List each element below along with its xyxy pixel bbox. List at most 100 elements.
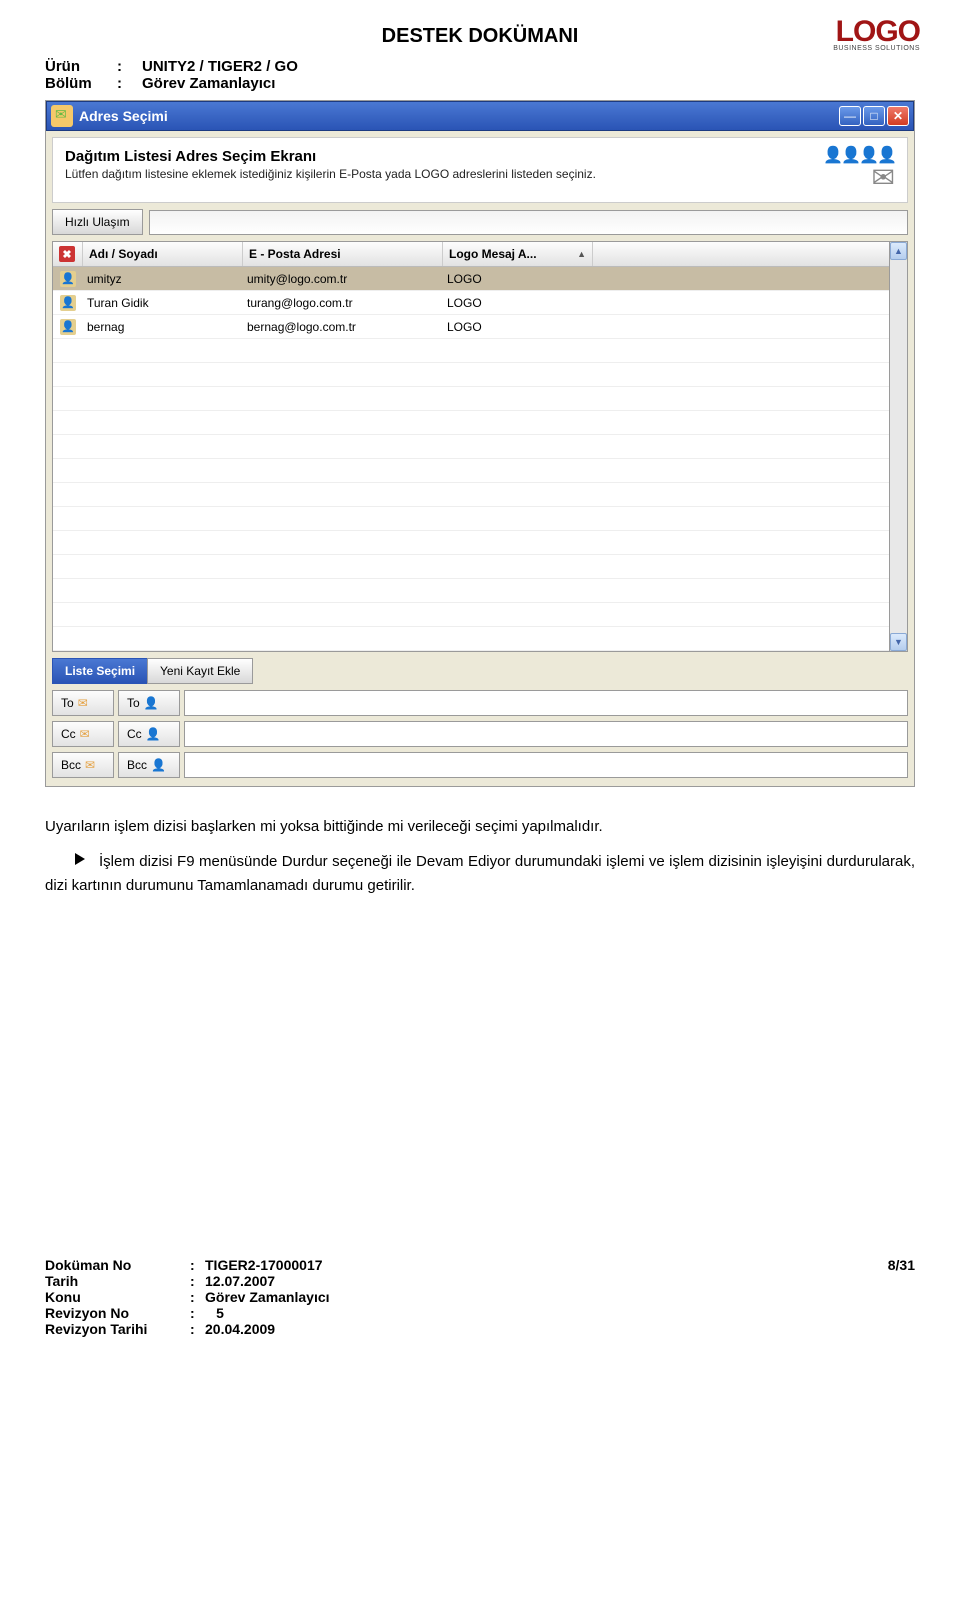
description-title: Dağıtım Listesi Adres Seçim Ekranı [65, 148, 596, 165]
col-email[interactable]: E - Posta Adresi [243, 242, 443, 266]
footer-docno-value: TIGER2-17000017 [205, 1257, 855, 1273]
sort-arrow-icon: ▲ [577, 249, 586, 259]
logo-text: LOGO [833, 18, 920, 45]
paragraph-2: İşlem dizisi F9 menüsünde Durdur seçeneğ… [45, 850, 915, 897]
window-titlebar[interactable]: Adres Seçimi — □ ✕ [46, 101, 914, 131]
address-selection-window: Adres Seçimi — □ ✕ Dağıtım Listesi Adres… [45, 100, 915, 787]
recipients-panel: To ✉To 👤Cc ✉Cc 👤Bcc ✉Bcc 👤 [52, 690, 908, 778]
document-meta: Ürün : UNITY2 / TIGER2 / GO Bölüm : Göre… [45, 58, 915, 92]
table-row-empty[interactable] [53, 387, 889, 411]
description-icons: 👤👤👤👤 ✉ [823, 148, 895, 192]
bcc-input[interactable] [184, 752, 908, 778]
table-row[interactable]: 👤 umityzumity@logo.com.trLOGO [53, 267, 889, 291]
row-icon-cell: 👤 [53, 319, 83, 335]
brand-logo: LOGO BUSINESS SOLUTIONS [833, 18, 920, 52]
tab-list-selection[interactable]: Liste Seçimi [52, 658, 148, 684]
table-row-empty[interactable] [53, 435, 889, 459]
header-icon-cell[interactable]: ✖ [53, 242, 83, 266]
envelope-icon: ✉ [80, 727, 90, 741]
tab-add-new-record[interactable]: Yeni Kayıt Ekle [147, 658, 253, 684]
tab-strip: Liste Seçimi Yeni Kayıt Ekle [52, 658, 908, 684]
window-icon [51, 105, 73, 127]
footer-page: 8/31 [855, 1257, 915, 1273]
footer-topic-value: Görev Zamanlayıcı [205, 1289, 915, 1305]
table-row-empty[interactable] [53, 363, 889, 387]
table-row-empty[interactable] [53, 339, 889, 363]
cc-input[interactable] [184, 721, 908, 747]
cell-name: Turan Gidik [83, 296, 243, 310]
person-icon: 👤 [146, 727, 161, 741]
table-row-empty[interactable] [53, 507, 889, 531]
recipient-row-bcc: Bcc ✉Bcc 👤 [52, 752, 908, 778]
minimize-button[interactable]: — [839, 106, 861, 126]
footer-docno-label: Doküman No [45, 1257, 190, 1273]
footer-revno-value: 5 [205, 1305, 235, 1321]
document-title: DESTEK DOKÜMANI [45, 25, 915, 48]
cc-email-button[interactable]: Cc ✉ [52, 721, 114, 747]
envelope-icon: ✉ [823, 164, 895, 192]
table-row-empty[interactable] [53, 459, 889, 483]
close-button[interactable]: ✕ [887, 106, 909, 126]
meta-section-label: Bölüm [45, 75, 117, 92]
window-title: Adres Seçimi [79, 108, 839, 124]
description-subtitle: Lütfen dağıtım listesine eklemek istediğ… [65, 167, 596, 183]
person-icon: 👤 [144, 696, 159, 710]
body-text: Uyarıların işlem dizisi başlarken mi yok… [45, 815, 915, 897]
cell-email: bernag@logo.com.tr [243, 320, 443, 334]
envelope-icon: ✉ [78, 696, 88, 710]
scroll-down-icon[interactable]: ▼ [890, 633, 907, 651]
footer-topic-label: Konu [45, 1289, 190, 1305]
cell-logo-address: LOGO [443, 272, 593, 286]
quick-access-label: Hızlı Ulaşım [52, 209, 143, 235]
table-row-empty[interactable] [53, 603, 889, 627]
cc-person-button[interactable]: Cc 👤 [118, 721, 180, 747]
cell-email: turang@logo.com.tr [243, 296, 443, 310]
cell-logo-address: LOGO [443, 320, 593, 334]
cell-name: umityz [83, 272, 243, 286]
meta-product-label: Ürün [45, 58, 117, 75]
recipient-row-to: To ✉To 👤 [52, 690, 908, 716]
maximize-button[interactable]: □ [863, 106, 885, 126]
bcc-email-button[interactable]: Bcc ✉ [52, 752, 114, 778]
quick-access-input[interactable] [149, 210, 908, 235]
deselect-icon: ✖ [59, 246, 75, 262]
meta-section-value: Görev Zamanlayıcı [142, 75, 275, 92]
table-row-empty[interactable] [53, 531, 889, 555]
footer-date-value: 12.07.2007 [205, 1273, 915, 1289]
person-icon: 👤 [60, 319, 76, 335]
bullet-arrow-icon [75, 853, 85, 865]
person-icon: 👤 [60, 271, 76, 287]
envelope-icon: ✉ [85, 758, 95, 772]
table-row-empty[interactable] [53, 555, 889, 579]
table-row[interactable]: 👤Turan Gidikturang@logo.com.trLOGO [53, 291, 889, 315]
to-input[interactable] [184, 690, 908, 716]
bcc-person-button[interactable]: Bcc 👤 [118, 752, 180, 778]
col-name[interactable]: Adı / Soyadı [83, 242, 243, 266]
row-icon-cell: 👤 [53, 271, 83, 287]
person-icon: 👤 [151, 758, 166, 772]
scroll-track[interactable] [890, 260, 907, 633]
to-person-button[interactable]: To 👤 [118, 690, 180, 716]
footer-revno-label: Revizyon No [45, 1305, 190, 1321]
table-row-empty[interactable] [53, 579, 889, 603]
person-icon: 👤 [60, 295, 76, 311]
table-row-empty[interactable] [53, 627, 889, 651]
table-row-empty[interactable] [53, 411, 889, 435]
table-row-empty[interactable] [53, 483, 889, 507]
cell-email: umity@logo.com.tr [243, 272, 443, 286]
recipient-row-cc: Cc ✉Cc 👤 [52, 721, 908, 747]
row-icon-cell: 👤 [53, 295, 83, 311]
cell-name: bernag [83, 320, 243, 334]
vertical-scrollbar[interactable]: ▲ ▼ [890, 241, 908, 652]
footer-revdate-value: 20.04.2009 [205, 1321, 915, 1337]
table-row[interactable]: 👤 bernagbernag@logo.com.trLOGO [53, 315, 889, 339]
page-footer: Doküman No : TIGER2-17000017 8/31 Tarih … [45, 1257, 915, 1337]
footer-date-label: Tarih [45, 1273, 190, 1289]
to-email-button[interactable]: To ✉ [52, 690, 114, 716]
scroll-up-icon[interactable]: ▲ [890, 242, 907, 260]
col-logo-address[interactable]: Logo Mesaj A...▲ [443, 242, 593, 266]
footer-revdate-label: Revizyon Tarihi [45, 1321, 190, 1337]
table-header: ✖ Adı / Soyadı E - Posta Adresi Logo Mes… [53, 242, 889, 267]
paragraph-1: Uyarıların işlem dizisi başlarken mi yok… [45, 815, 915, 838]
contact-table: ✖ Adı / Soyadı E - Posta Adresi Logo Mes… [52, 241, 908, 652]
